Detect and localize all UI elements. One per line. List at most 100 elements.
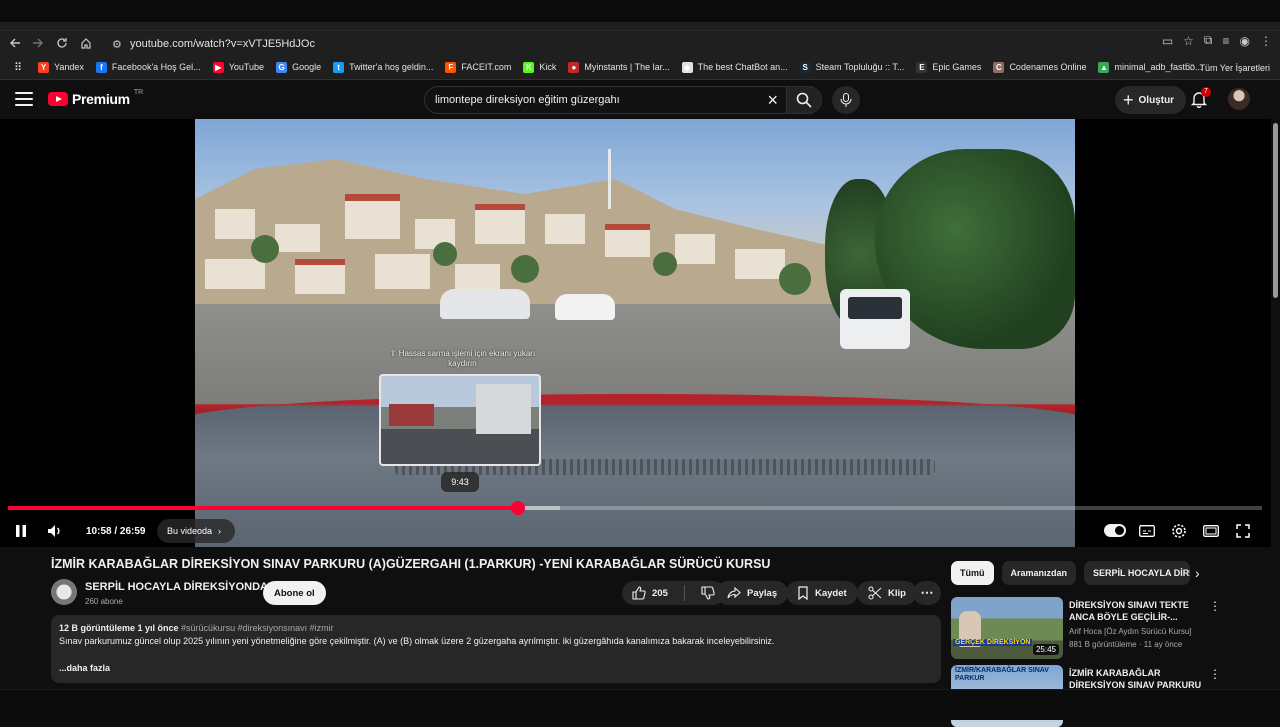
theater-mode-button[interactable] [1199,519,1223,543]
time-display: 10:58 / 26:59 [86,526,146,537]
clip-label: Klip [888,587,906,599]
bookmark-item[interactable]: t Twitter'a hoş geldin... [327,61,439,73]
recommended-thumbnail[interactable]: GERÇEK DİREKSİYON 25:45 [951,597,1063,659]
views-and-date: 12 B görüntüleme 1 yıl önce [59,623,179,633]
progress-bar[interactable] [8,501,1262,515]
bookmark-item[interactable]: C Codenames Online [987,61,1092,73]
like-separator [683,585,685,601]
clip-button[interactable]: Klip [857,581,917,605]
filter-chips: Tümü Aramanızdan SERPİL HOCAYLA DİREK [951,561,1191,585]
bookmark-favicon-icon: f [95,61,107,73]
bookmark-item[interactable]: K Kick [517,61,562,73]
bookmark-favicon-icon: Y [38,61,50,73]
chevron-right-icon[interactable]: › [1195,565,1200,581]
logo-country-code: TR [133,88,144,96]
apps-icon[interactable]: ⠿ [8,61,32,74]
bookmark-list: Y Yandex f Facebook'a Hoş Gel... ▶ YouTube G Go… [32,61,1208,73]
show-more-link[interactable]: ...daha fazla [59,663,933,673]
description-box[interactable]: 12 B görüntüleme 1 yıl önce #sürücükursu… [51,615,941,683]
more-vertical-icon[interactable]: ⋮ [1209,667,1221,681]
description-text: Sınav parkurumuz güncel olup 2025 yılını… [59,636,775,646]
subscribe-button[interactable]: Abone ol [263,581,326,605]
like-button[interactable]: 205 [622,581,678,605]
reading-list-icon[interactable]: ≡ [1223,34,1230,48]
voice-search-button[interactable] [832,86,860,114]
pause-button[interactable] [9,519,33,543]
bookmark-item[interactable]: E Epic Games [910,61,987,73]
bookmark-favicon-icon: C [993,61,1005,73]
bookmark-item[interactable]: Y Yandex [32,61,90,73]
recommended-video[interactable]: GERÇEK DİREKSİYON 25:45 DİREKSİYON SINAV… [951,597,1231,659]
chip-from-search[interactable]: Aramanızdan [1001,561,1077,585]
bookmark-item[interactable]: G Google [270,61,327,73]
profile-icon[interactable]: ◉ [1240,34,1250,48]
save-button[interactable]: Kaydet [786,581,858,605]
forward-button[interactable] [26,31,50,55]
video-frame[interactable] [195,119,1075,547]
player-controls: 10:58 / 26:59 Bu videoda › [0,515,1271,547]
folder-icon: 🗀 [1185,61,1195,72]
extensions-icon[interactable]: ⧉ [1204,33,1213,48]
hamburger-menu-icon[interactable] [15,92,33,106]
bookmark-item[interactable]: f Facebook'a Hoş Gel... [90,61,207,73]
bookmark-icon [798,586,808,600]
chip-all[interactable]: Tümü [951,561,994,585]
settings-button[interactable] [1167,519,1191,543]
fullscreen-icon [1236,524,1250,538]
arrow-left-icon [10,38,20,48]
create-button[interactable]: + Oluştur [1115,86,1187,114]
browser-menu-icon[interactable]: ⋮ [1260,34,1272,48]
search-button[interactable] [786,86,822,114]
arrow-right-icon [33,38,43,48]
recommended-title[interactable]: DİREKSİYON SINAVI TEKTE ANCA BÖYLE GEÇİL… [1069,599,1209,623]
all-bookmarks-button[interactable]: 🗀 Tüm Yer İşaretleri [1185,55,1270,80]
reload-button[interactable] [50,31,74,55]
bookmark-item[interactable]: ▶ YouTube [207,61,270,73]
autoplay-toggle[interactable] [1104,524,1126,537]
chip-channel[interactable]: SERPİL HOCAYLA DİREK [1084,561,1191,585]
site-info-icon[interactable]: ⚙ [112,38,124,51]
all-bookmarks-label: Tüm Yer İşaretleri [1199,62,1270,73]
microphone-icon [840,93,852,107]
mute-button[interactable] [43,519,67,543]
preview-building [476,384,531,434]
bookmark-label: Codenames Online [1009,62,1087,72]
subtitles-button[interactable] [1135,519,1159,543]
bookmark-favicon-icon: ● [568,61,580,73]
thumb-text: İZMİR/KARABAĞLAR SINAV PARKUR [955,667,1049,682]
volume-icon [48,525,60,537]
bookmark-label: Google [292,62,322,72]
more-actions-button[interactable]: ⋯ [913,581,941,605]
address-bar[interactable]: ⚙ youtube.com/watch?v=xVTJE5HdJOc [104,33,1114,54]
bookmark-favicon-icon: ◆ [681,61,693,73]
home-button[interactable] [74,31,98,55]
video-player[interactable]: ⇪ Hassas sarma işlemi için ekranı yukarı… [0,119,1271,547]
back-button[interactable] [3,31,27,55]
bookmark-item[interactable]: ◆ The best ChatBot an... [676,61,794,73]
more-vertical-icon[interactable]: ⋮ [1209,599,1221,613]
search-input[interactable]: limontepe direksiyon eğitim güzergahı × [424,86,786,114]
like-count: 205 [652,587,668,599]
page-scrollbar[interactable] [1271,119,1280,689]
bookmark-star-icon[interactable]: ☆ [1183,34,1194,48]
chapter-button[interactable]: Bu videoda › [157,519,236,543]
scrollbar-thumb[interactable] [1273,123,1278,298]
os-taskbar [0,689,1280,720]
bookmark-item[interactable]: F FACEIT.com [439,61,517,73]
fullscreen-button[interactable] [1231,519,1255,543]
hashtags[interactable]: #sürücükursu #direksiyonsınavı #izmir [181,623,334,633]
bookmark-item[interactable]: ● Myinstants | The lar... [562,61,675,73]
clear-search-icon[interactable]: × [767,91,778,109]
bookmark-label: FACEIT.com [461,62,512,72]
recommended-channel[interactable]: Arif Hoca [Öz Aydın Sürücü Kursu] [1069,627,1192,636]
cast-icon[interactable]: ▭ [1162,34,1173,48]
channel-name[interactable]: SERPİL HOCAYLA DİREKSİYONDA [85,581,268,593]
bookmark-label: Myinstants | The lar... [584,62,670,72]
share-button[interactable]: Paylaş [716,581,789,605]
chevron-right-icon: › [218,526,222,536]
notifications-button[interactable]: 7 [1190,87,1211,110]
bookmark-item[interactable]: S Steam Topluluğu :: T... [794,61,911,73]
youtube-logo[interactable]: Premium TR [48,88,144,107]
channel-avatar[interactable] [51,579,77,605]
account-avatar[interactable] [1228,88,1250,110]
